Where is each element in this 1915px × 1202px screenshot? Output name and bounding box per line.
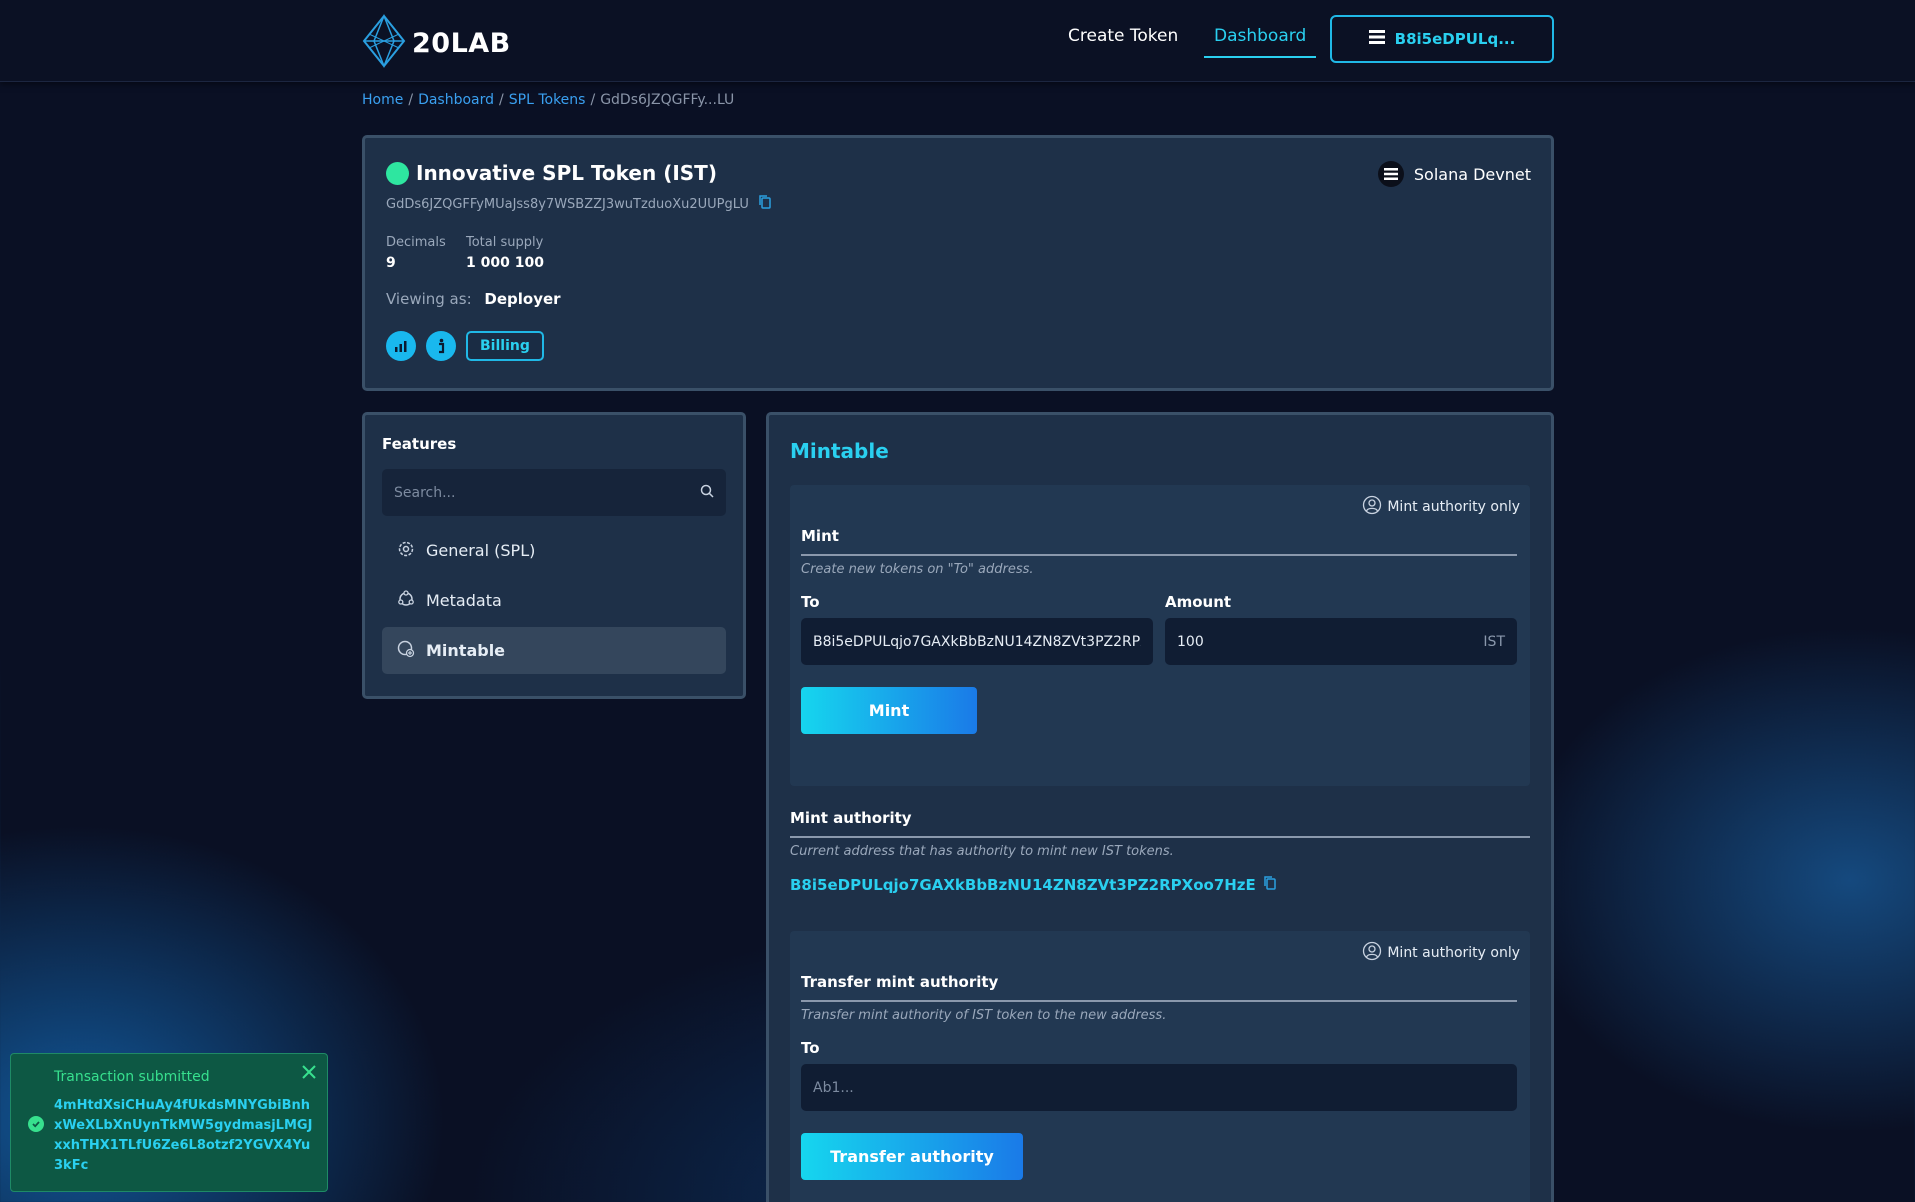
features-title: Features (382, 435, 457, 453)
token-card: Innovative SPL Token (IST) GdDs6JZQGFFyM… (362, 135, 1554, 391)
search-icon[interactable] (700, 483, 714, 502)
breadcrumb-current: GdDs6JZQGFFy...LU (600, 92, 735, 108)
amount-input[interactable] (1177, 633, 1484, 650)
mintable-title: Mintable (790, 439, 889, 463)
supply-label: Total supply (466, 235, 544, 250)
features-panel: Features General (SPL) Metadata Mintable (362, 412, 746, 699)
logo[interactable]: 20LAB (362, 13, 511, 72)
solana-icon (1377, 161, 1404, 187)
feature-item-mintable[interactable]: Mintable (382, 627, 726, 674)
mintable-icon (396, 639, 416, 663)
transaction-toast: Transaction submitted 4mHtdXsiCHuAy4fUkd… (10, 1053, 328, 1192)
transfer-section-title: Transfer mint authority (801, 973, 999, 991)
decimals-stat: Decimals 9 (386, 235, 446, 271)
feature-item-label: General (SPL) (426, 541, 536, 560)
transfer-to-label: To (801, 1039, 820, 1057)
nav-dashboard[interactable]: Dashboard (1204, 26, 1317, 58)
billing-button[interactable]: Billing (466, 331, 544, 361)
mint-authority-address[interactable]: B8i5eDPULqjo7GAXkBbBzNU14ZN8ZVt3PZ2RPXoo… (790, 876, 1256, 894)
divider (801, 1000, 1517, 1002)
mint-authority-badge: Mint authority only (1362, 495, 1520, 519)
features-search (382, 469, 726, 516)
copy-icon[interactable] (1264, 876, 1276, 894)
wallet-button[interactable]: B8i5eDPULq... (1330, 15, 1554, 63)
supply-value: 1 000 100 (466, 255, 544, 271)
token-title: Innovative SPL Token (IST) (416, 161, 717, 185)
metadata-icon (396, 589, 416, 613)
divider (790, 836, 1530, 838)
user-icon (1362, 941, 1382, 965)
network-badge: Solana Devnet (1377, 161, 1531, 187)
mintable-panel: Mintable Mint authority only Mint Create… (766, 412, 1554, 1202)
wallet-label: B8i5eDPULq... (1394, 30, 1516, 48)
mint-button[interactable]: Mint (801, 687, 977, 734)
mint-authority-title: Mint authority (790, 809, 912, 827)
top-header: 20LAB Create Token Dashboard B8i5eDPULq.… (0, 0, 1915, 82)
toast-transaction-hash[interactable]: 4mHtdXsiCHuAy4fUkdsMNYGbiBnhxWeXLbXnUynT… (54, 1096, 316, 1176)
feature-item-general[interactable]: General (SPL) (382, 527, 726, 574)
logo-text: 20LAB (412, 27, 511, 59)
chart-icon[interactable] (386, 331, 416, 361)
auth-badge-label: Mint authority only (1387, 499, 1520, 515)
transfer-card: Mint authority only Transfer mint author… (790, 931, 1530, 1202)
logo-icon (362, 13, 406, 72)
user-icon (1362, 495, 1382, 519)
status-indicator (386, 162, 409, 185)
viewing-label: Viewing as: (386, 290, 472, 308)
viewing-role: Deployer (484, 290, 561, 308)
mint-description: Create new tokens on "To" address. (801, 562, 1034, 577)
copy-icon[interactable] (759, 195, 771, 213)
mint-section-title: Mint (801, 527, 839, 545)
mint-authority-description: Current address that has authority to mi… (790, 844, 1174, 859)
amount-field[interactable]: IST (1165, 618, 1517, 665)
transfer-to-input[interactable] (813, 1079, 1505, 1096)
network-name: Solana Devnet (1413, 164, 1531, 184)
decimals-label: Decimals (386, 235, 446, 250)
feature-item-label: Mintable (426, 641, 506, 660)
supply-stat: Total supply 1 000 100 (466, 235, 544, 271)
transfer-to-field[interactable] (801, 1064, 1517, 1111)
divider (801, 554, 1517, 556)
breadcrumb-spl-tokens[interactable]: SPL Tokens (509, 92, 586, 108)
mint-to-label: To (801, 593, 820, 611)
breadcrumb-separator: / (408, 92, 414, 108)
feature-item-metadata[interactable]: Metadata (382, 577, 726, 624)
token-address: GdDs6JZQGFFyMUaJss8y7WSBZZJ3wuTzduoXu2UU… (386, 196, 749, 212)
breadcrumb: Home / Dashboard / SPL Tokens / GdDs6JZQ… (362, 92, 734, 108)
mint-to-input[interactable] (813, 633, 1141, 650)
mint-authority-address-row: B8i5eDPULqjo7GAXkBbBzNU14ZN8ZVt3PZ2RPXoo… (790, 876, 1276, 894)
amount-label: Amount (1165, 593, 1232, 611)
breadcrumb-home[interactable]: Home (362, 92, 403, 108)
solana-icon (1368, 30, 1385, 48)
transfer-authority-button[interactable]: Transfer authority (801, 1133, 1023, 1180)
check-icon (28, 1116, 44, 1132)
auth-badge-label: Mint authority only (1387, 945, 1520, 961)
amount-unit: IST (1483, 633, 1505, 650)
toast-title: Transaction submitted (54, 1069, 210, 1085)
viewing-as: Viewing as: Deployer (386, 290, 561, 308)
close-icon[interactable] (301, 1064, 317, 1084)
mint-authority-badge: Mint authority only (1362, 941, 1520, 965)
token-address-row: GdDs6JZQGFFyMUaJss8y7WSBZZJ3wuTzduoXu2UU… (386, 195, 771, 213)
gear-icon (396, 539, 416, 563)
decimals-value: 9 (386, 255, 396, 271)
info-icon[interactable] (426, 331, 456, 361)
breadcrumb-separator: / (590, 92, 596, 108)
transfer-description: Transfer mint authority of IST token to … (801, 1008, 1167, 1023)
mint-to-field[interactable] (801, 618, 1153, 665)
breadcrumb-separator: / (499, 92, 504, 108)
breadcrumb-dashboard[interactable]: Dashboard (418, 92, 494, 108)
mint-card: Mint authority only Mint Create new toke… (790, 485, 1530, 786)
feature-item-label: Metadata (426, 591, 502, 610)
nav-create-token[interactable]: Create Token (1068, 26, 1178, 46)
search-input[interactable] (394, 484, 684, 501)
token-actions: Billing (386, 331, 544, 361)
